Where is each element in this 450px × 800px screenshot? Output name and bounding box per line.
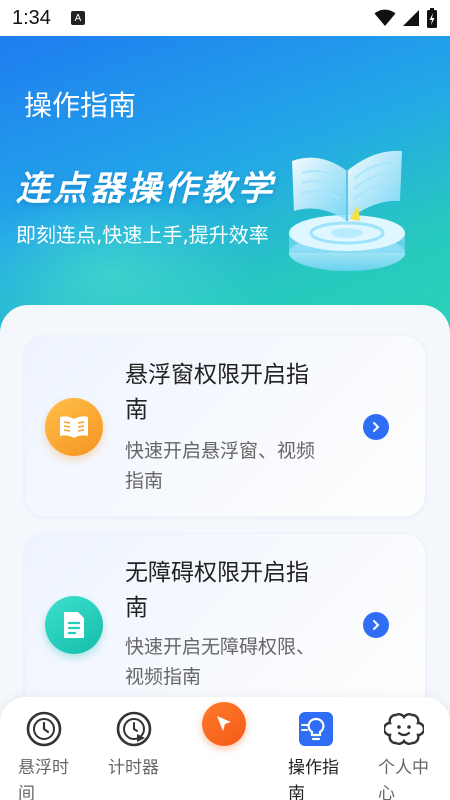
hero-banner: 操作指南 连点器操作教学 即刻连点,快速上手,提升效率 bbox=[0, 36, 450, 336]
bottom-tab-bar: 悬浮时间 计时器 操作指南 个人中心 bbox=[0, 697, 450, 800]
guide-title: 无障碍权限开启指南 bbox=[125, 560, 309, 621]
notification-icon: A bbox=[70, 11, 85, 25]
page-title: 操作指南 bbox=[24, 89, 137, 122]
tab-float-time[interactable]: 悬浮时间 bbox=[18, 709, 88, 800]
tab-guide[interactable]: 操作指南 bbox=[288, 709, 358, 800]
document-icon bbox=[45, 596, 103, 654]
signal-icon bbox=[403, 10, 419, 26]
timer-play-icon bbox=[114, 709, 154, 749]
book-icon bbox=[45, 398, 103, 456]
battery-icon bbox=[427, 8, 437, 28]
tab-clicker-center[interactable] bbox=[202, 702, 272, 746]
status-time: 1:34 bbox=[12, 6, 51, 29]
guide-card-accessibility[interactable]: 无障碍权限开启指南 快速开启无障碍权限、视频指南 bbox=[24, 533, 426, 705]
clock-icon bbox=[24, 709, 64, 749]
tab-label: 悬浮时间 bbox=[18, 758, 69, 800]
chevron-right-icon[interactable] bbox=[363, 612, 389, 638]
tab-label: 操作指南 bbox=[288, 758, 339, 800]
guide-description: 快速开启悬浮窗、视频指南 bbox=[125, 440, 316, 492]
tab-timer[interactable]: 计时器 bbox=[108, 709, 178, 781]
hero-heading: 连点器操作教学 bbox=[16, 169, 275, 209]
tab-profile[interactable]: 个人中心 bbox=[378, 709, 448, 800]
tab-label: 个人中心 bbox=[378, 758, 429, 800]
guide-list: 悬浮窗权限开启指南 快速开启悬浮窗、视频指南 无障碍权限开启指南 快速开启无障碍… bbox=[0, 305, 450, 705]
status-bar: 1:34 A bbox=[0, 0, 450, 36]
profile-face-icon bbox=[384, 709, 424, 749]
guide-card-overlay[interactable]: 悬浮窗权限开启指南 快速开启悬浮窗、视频指南 bbox=[24, 335, 426, 517]
guide-title: 悬浮窗权限开启指南 bbox=[125, 362, 309, 423]
cursor-click-icon bbox=[202, 702, 246, 746]
guide-description: 快速开启无障碍权限、视频指南 bbox=[125, 636, 316, 688]
lightbulb-guide-icon bbox=[296, 709, 336, 749]
hero-subtitle: 即刻连点,快速上手,提升效率 bbox=[16, 223, 269, 247]
wifi-icon bbox=[374, 9, 396, 26]
chevron-right-icon[interactable] bbox=[363, 414, 389, 440]
tab-label: 计时器 bbox=[108, 758, 159, 778]
book-illustration-icon bbox=[289, 150, 405, 271]
